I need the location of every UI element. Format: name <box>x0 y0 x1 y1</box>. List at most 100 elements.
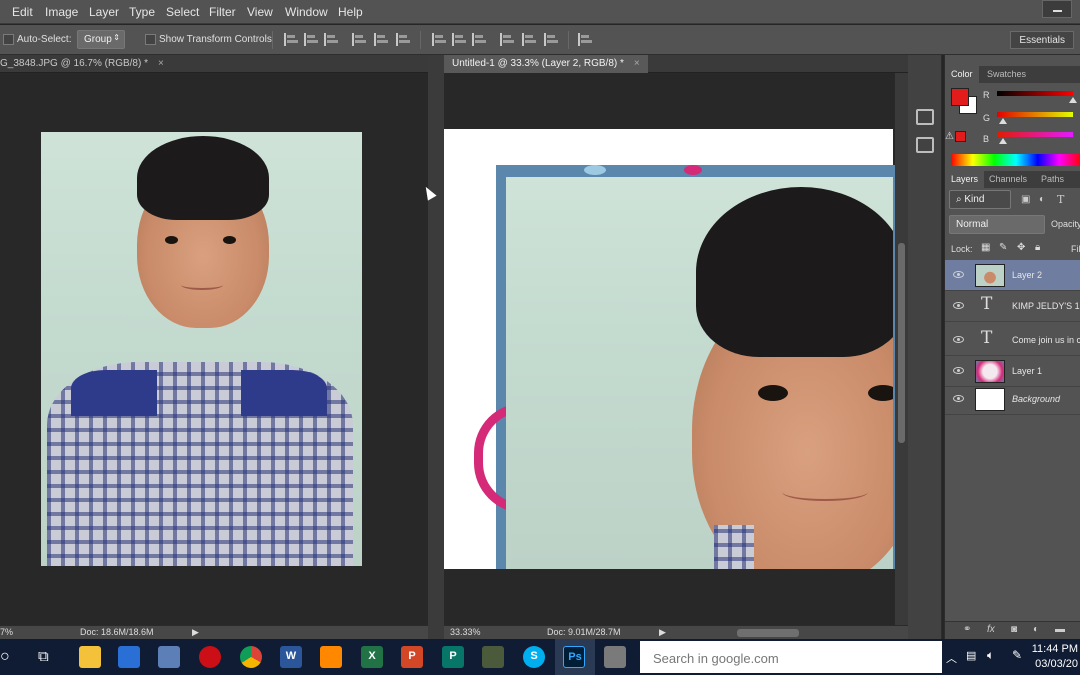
distribute-hcenter-icon[interactable] <box>522 33 536 46</box>
tab-channels[interactable]: Channels <box>983 171 1033 188</box>
publisher-icon[interactable]: P <box>442 646 464 668</box>
layer-row[interactable]: Background <box>945 384 1080 415</box>
layer-row[interactable]: Layer 2 <box>945 260 1080 291</box>
add-mask-icon[interactable]: ◙ <box>1011 624 1017 635</box>
doc-size[interactable]: Doc: 9.01M/28.7M <box>547 627 621 637</box>
menu-window[interactable]: Window <box>285 5 328 19</box>
pen-icon[interactable]: ✎ <box>1012 648 1022 662</box>
link-layers-icon[interactable]: ⚭ <box>963 624 971 635</box>
chevron-up-icon[interactable]: ︿ <box>946 650 957 666</box>
distribute-bottom-icon[interactable] <box>472 33 486 46</box>
photoshop-icon[interactable]: Ps <box>563 646 585 668</box>
chrome-icon[interactable] <box>240 646 262 668</box>
distribute-top-icon[interactable] <box>432 33 446 46</box>
color-ramp[interactable] <box>951 154 1080 166</box>
visibility-eye-icon[interactable] <box>953 302 964 309</box>
filter-type-icon[interactable]: T <box>1057 193 1064 206</box>
menu-edit[interactable]: Edit <box>12 5 33 19</box>
task-view-icon[interactable]: ⧉ <box>38 648 49 665</box>
align-right-icon[interactable] <box>396 33 410 46</box>
out-of-gamut-swatch[interactable] <box>955 131 966 142</box>
clock[interactable]: 11:44 PM 03/03/20 <box>1032 642 1078 672</box>
filter-image-icon[interactable]: ▣ <box>1021 194 1030 205</box>
auto-align-icon[interactable] <box>578 33 592 46</box>
tab-layers[interactable]: Layers <box>945 171 985 188</box>
visibility-eye-icon[interactable] <box>953 395 964 402</box>
zoom-level[interactable]: 33.33% <box>450 627 481 637</box>
align-vcenter-icon[interactable] <box>304 33 318 46</box>
lock-transparency-icon[interactable]: ▦ <box>981 242 990 253</box>
distribute-right-icon[interactable] <box>544 33 558 46</box>
new-group-icon[interactable]: ▬ <box>1055 624 1065 635</box>
menu-layer[interactable]: Layer <box>89 5 119 19</box>
doc-tab-left[interactable]: G_3848.JPG @ 16.7% (RGB/8) * × <box>0 55 172 73</box>
vertical-scrollbar[interactable] <box>895 73 908 625</box>
adjustment-layer-icon[interactable]: ◐ <box>1033 624 1039 635</box>
tab-swatches[interactable]: Swatches <box>981 66 1032 83</box>
show-transform-checkbox[interactable] <box>145 34 156 45</box>
paint-icon[interactable] <box>158 646 180 668</box>
minimize-button[interactable] <box>1042 0 1072 18</box>
canvas-left[interactable] <box>0 73 428 625</box>
red-slider-knob[interactable] <box>1069 97 1077 103</box>
status-arrow-icon[interactable]: ▶ <box>659 627 666 638</box>
align-bottom-icon[interactable] <box>324 33 338 46</box>
status-arrow-icon[interactable]: ▶ <box>192 627 199 638</box>
history-icon[interactable] <box>916 109 934 125</box>
layer-filter-dropdown[interactable]: ⌕ Kind <box>949 190 1011 209</box>
menu-select[interactable]: Select <box>166 5 199 19</box>
align-top-icon[interactable] <box>284 33 298 46</box>
vlc-icon[interactable] <box>320 646 342 668</box>
scroll-thumb[interactable] <box>898 243 905 443</box>
opera-icon[interactable] <box>199 646 221 668</box>
blend-mode-dropdown[interactable]: Normal <box>949 215 1045 234</box>
close-icon[interactable]: × <box>158 58 164 69</box>
menu-help[interactable]: Help <box>338 5 363 19</box>
network-icon[interactable]: ▤ <box>966 649 976 662</box>
layer-row[interactable]: T Come join us in c <box>945 325 1080 356</box>
doc-divider[interactable] <box>428 55 444 639</box>
auto-select-checkbox[interactable] <box>3 34 14 45</box>
lock-all-icon[interactable]: 🔒︎ <box>1035 242 1040 253</box>
powerpoint-icon[interactable]: P <box>401 646 423 668</box>
app-green-icon[interactable] <box>482 646 504 668</box>
green-slider-knob[interactable] <box>999 118 1007 124</box>
visibility-eye-icon[interactable] <box>953 271 964 278</box>
menu-image[interactable]: Image <box>45 5 78 19</box>
distribute-vcenter-icon[interactable] <box>452 33 466 46</box>
word-icon[interactable]: W <box>280 646 302 668</box>
foreground-color-swatch[interactable] <box>951 88 969 106</box>
menu-type[interactable]: Type <box>129 5 155 19</box>
lock-move-icon[interactable]: ✥ <box>1017 242 1025 253</box>
tab-color[interactable]: Color <box>945 66 979 83</box>
auto-select-dropdown[interactable]: Group ⇕ <box>77 30 125 49</box>
doc-tab-right[interactable]: Untitled-1 @ 33.3% (Layer 2, RGB/8) * × <box>444 55 648 73</box>
blue-slider-knob[interactable] <box>999 138 1007 144</box>
layer-row[interactable]: Layer 1 <box>945 356 1080 387</box>
blue-slider[interactable] <box>997 132 1073 137</box>
zoom-level[interactable]: 7% <box>0 627 13 637</box>
green-slider[interactable] <box>997 112 1073 117</box>
visibility-eye-icon[interactable] <box>953 367 964 374</box>
workspace-button[interactable]: Essentials <box>1010 31 1074 49</box>
horizontal-scroll-thumb[interactable] <box>737 629 799 637</box>
red-slider[interactable] <box>997 91 1073 96</box>
fx-icon[interactable]: fx <box>987 624 995 635</box>
cortana-search-icon[interactable]: ○ <box>0 648 10 666</box>
tab-paths[interactable]: Paths <box>1035 171 1070 188</box>
lock-brush-icon[interactable]: ✎ <box>999 242 1007 253</box>
close-icon[interactable]: × <box>634 58 640 69</box>
visibility-eye-icon[interactable] <box>953 336 964 343</box>
doc-size[interactable]: Doc: 18.6M/18.6M <box>80 627 154 637</box>
filter-adjustment-icon[interactable]: ◐ <box>1039 194 1045 205</box>
menu-view[interactable]: View <box>247 5 273 19</box>
search-input[interactable]: Search in google.com <box>640 641 942 673</box>
skype-icon[interactable]: S <box>523 646 545 668</box>
file-explorer-icon[interactable] <box>79 646 101 668</box>
volume-icon[interactable]: 🔈︎ <box>987 648 994 663</box>
app-paint2-icon[interactable] <box>604 646 626 668</box>
properties-icon[interactable] <box>916 137 934 153</box>
excel-icon[interactable]: X <box>361 646 383 668</box>
canvas-right[interactable] <box>444 73 908 625</box>
store-icon[interactable] <box>118 646 140 668</box>
